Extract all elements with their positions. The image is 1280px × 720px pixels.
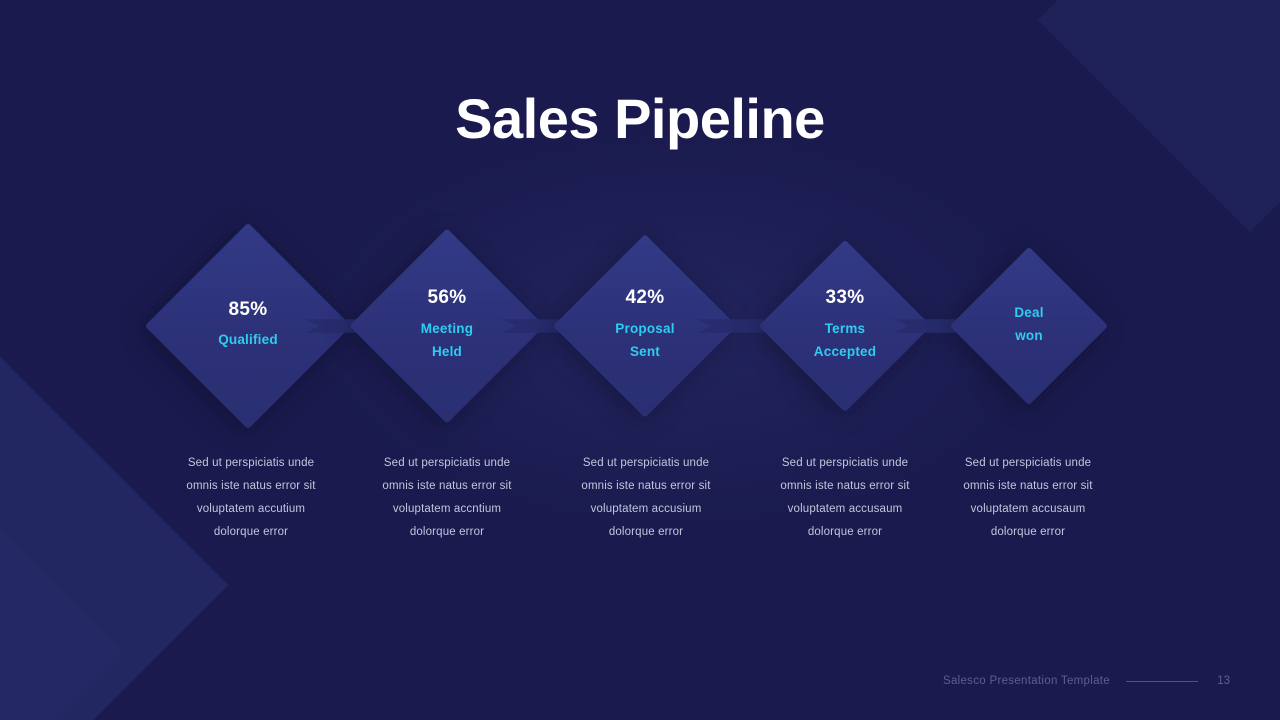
pipeline-stages: 85% Qualified 56% Meeting Held 42% Proposal Sen… (0, 222, 1280, 430)
stage-descriptions: Sed ut perspiciatis unde omnis iste natus… (0, 452, 1280, 552)
footer-page-number: 13 (1217, 675, 1230, 687)
slide-canvas: Sales Pipeline 85% Qualified 56% Meeting Hel… (0, 0, 1280, 720)
stage-description-line: voluptatem accusaum (970, 503, 1086, 515)
stage-description: Sed ut perspiciatis unde omnis iste natus… (943, 452, 1113, 544)
pipeline-stage[interactable]: Deal won (949, 236, 1109, 426)
stage-label-line: Accepted (813, 343, 877, 359)
footer-divider (1126, 680, 1198, 682)
stage-description-line: omnis iste natus error sit (780, 480, 910, 492)
stage-description: Sed ut perspiciatis unde omnis iste natus… (166, 452, 336, 544)
stage-description-line: voluptatem accusium (590, 503, 702, 515)
stage-description-line: dolorque error (409, 526, 485, 538)
stage-content: Deal won (950, 301, 1108, 347)
stage-description-line: voluptatem accusaum (787, 503, 903, 515)
footer-template-name: Salesco Presentation Template (942, 675, 1110, 687)
stage-description-line: dolorque error (990, 526, 1066, 538)
stage-description-line: omnis iste natus error sit (186, 480, 316, 492)
stage-label-line: Deal (1014, 305, 1044, 320)
stage-description: Sed ut perspiciatis unde omnis iste natus… (362, 452, 532, 544)
stage-label: Deal won (950, 301, 1108, 347)
stage-description: Sed ut perspiciatis unde omnis iste natus… (760, 452, 930, 544)
stage-description-line: voluptatem accntium (392, 503, 502, 515)
stage-percent: 42% (625, 287, 665, 308)
footer: Salesco Presentation Template 13 (0, 671, 1280, 687)
stage-description-line: Sed ut perspiciatis unde (383, 457, 511, 469)
stage-description-line: Sed ut perspiciatis unde (582, 457, 710, 469)
stage-description-line: omnis iste natus error sit (382, 480, 512, 492)
stage-description-line: dolorque error (807, 526, 883, 538)
stage-percent: 56% (427, 287, 467, 308)
stage-description: Sed ut perspiciatis unde omnis iste natus… (561, 452, 731, 544)
page-title: Sales Pipeline (455, 87, 825, 150)
footer-inner: Salesco Presentation Template 13 (943, 675, 1230, 687)
stage-percent: 33% (825, 287, 865, 308)
stage-description-line: Sed ut perspiciatis unde (781, 457, 909, 469)
stage-description-line: Sed ut perspiciatis unde (964, 457, 1092, 469)
stage-description-line: omnis iste natus error sit (963, 480, 1093, 492)
stage-description-line: dolorque error (608, 526, 684, 538)
stage-description-line: voluptatem accutium (196, 503, 306, 515)
stage-label-line: Held (431, 343, 463, 359)
stage-content: 33% Terms Accepted (759, 286, 932, 363)
stage-description-line: Sed ut perspiciatis unde (187, 457, 315, 469)
stage-description-line: dolorque error (213, 526, 289, 538)
stage-description-line: omnis iste natus error sit (581, 480, 711, 492)
stage-label-line: Sent (629, 343, 661, 359)
stage-label-line: won (1015, 328, 1043, 344)
stage-percent: 85% (228, 298, 268, 320)
